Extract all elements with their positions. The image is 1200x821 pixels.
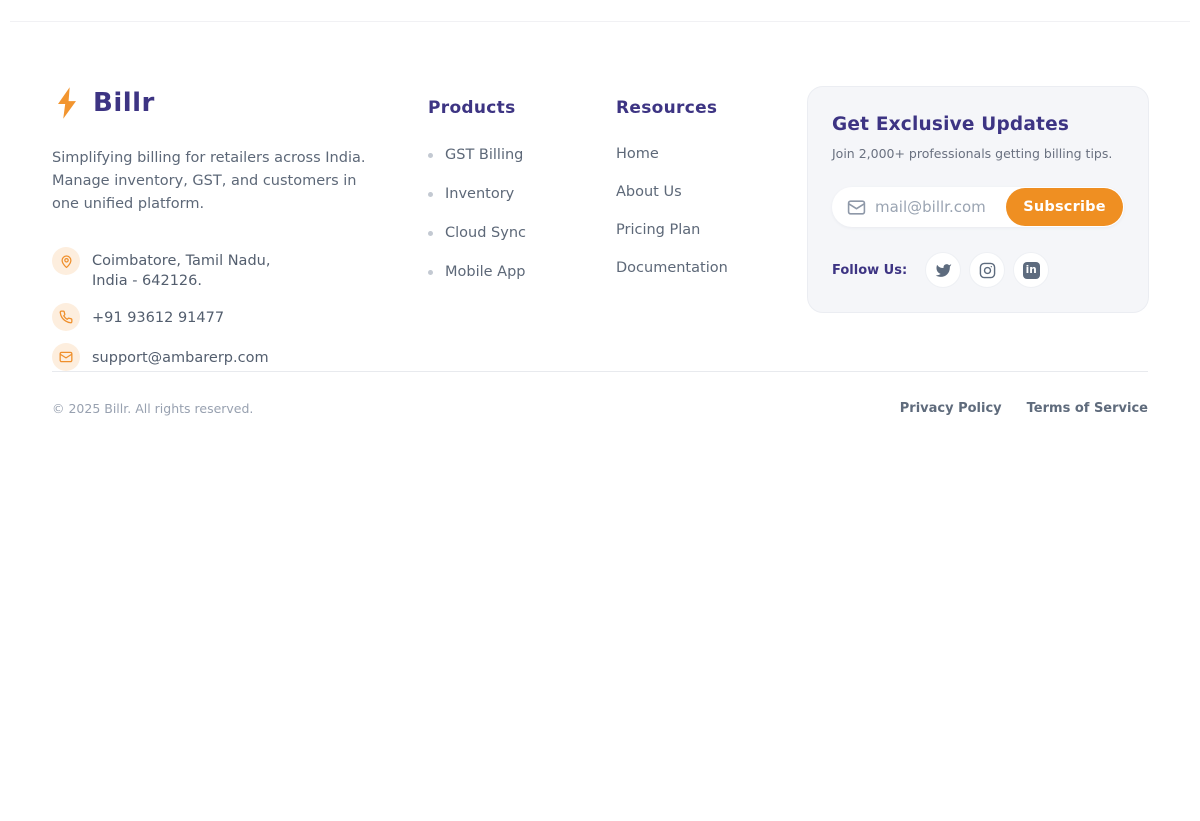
subscribe-form: Subscribe <box>832 187 1124 227</box>
contact-address-text: Coimbatore, Tamil Nadu, India - 642126. <box>92 247 270 291</box>
social-links: in <box>925 252 1049 288</box>
privacy-policy-link[interactable]: Privacy Policy <box>900 401 1002 416</box>
footer: Billr Simplifying billing for retailers … <box>0 22 1200 416</box>
products-link-gst-billing[interactable]: GST Billing <box>428 148 523 163</box>
products-link-mobile-app[interactable]: Mobile App <box>428 265 526 280</box>
products-link-cloud-sync[interactable]: Cloud Sync <box>428 226 526 241</box>
list-item: Inventory <box>428 184 558 202</box>
subscribe-button[interactable]: Subscribe <box>1006 188 1123 226</box>
resources-link-home[interactable]: Home <box>616 147 659 162</box>
bullet-icon <box>428 231 433 236</box>
newsletter-title: Get Exclusive Updates <box>832 114 1124 135</box>
email-input[interactable] <box>875 198 1015 216</box>
bullet-icon <box>428 192 433 197</box>
copyright-text: © 2025 Billr. All rights reserved. <box>52 401 253 416</box>
resources-link-about-us[interactable]: About Us <box>616 185 682 200</box>
contact-phone-text: +91 93612 91477 <box>92 303 224 328</box>
brand-description: Simplifying billing for retailers across… <box>52 147 382 216</box>
list-item: Documentation <box>616 259 738 276</box>
brand-name: Billr <box>93 88 155 118</box>
list-item: Pricing Plan <box>616 221 738 238</box>
products-column: Products GST Billing Inventory Cloud Syn… <box>428 86 558 301</box>
products-link-inventory[interactable]: Inventory <box>428 187 514 202</box>
resources-column: Resources Home About Us Pricing Plan Doc… <box>616 86 738 297</box>
contact-list: Coimbatore, Tamil Nadu, India - 642126. … <box>52 247 382 371</box>
resources-title: Resources <box>616 98 738 118</box>
bullet-icon <box>428 153 433 158</box>
twitter-icon[interactable] <box>925 252 961 288</box>
list-item: GST Billing <box>428 145 558 163</box>
contact-phone: +91 93612 91477 <box>52 303 382 331</box>
list-item: About Us <box>616 183 738 200</box>
bottom-bar: © 2025 Billr. All rights reserved. Priva… <box>52 372 1148 416</box>
contact-email-text: support@ambarerp.com <box>92 343 269 368</box>
contact-address: Coimbatore, Tamil Nadu, India - 642126. <box>52 247 382 291</box>
legal-links: Privacy Policy Terms of Service <box>900 401 1148 416</box>
linkedin-icon[interactable]: in <box>1013 252 1049 288</box>
newsletter-subtitle: Join 2,000+ professionals getting billin… <box>832 146 1124 161</box>
list-item: Mobile App <box>428 262 558 280</box>
contact-email: support@ambarerp.com <box>52 343 382 371</box>
follow-row: Follow Us: i <box>832 252 1124 288</box>
products-list: GST Billing Inventory Cloud Sync Mobile … <box>428 145 558 280</box>
newsletter-card: Get Exclusive Updates Join 2,000+ profes… <box>807 86 1149 313</box>
list-item: Home <box>616 145 738 162</box>
lightning-bolt-icon <box>52 86 82 120</box>
footer-main: Billr Simplifying billing for retailers … <box>52 22 1148 371</box>
brand-column: Billr Simplifying billing for retailers … <box>52 86 382 371</box>
brand-logo: Billr <box>52 86 382 120</box>
resources-link-documentation[interactable]: Documentation <box>616 261 728 276</box>
terms-of-service-link[interactable]: Terms of Service <box>1027 401 1148 416</box>
phone-icon <box>52 303 80 331</box>
follow-us-label: Follow Us: <box>832 263 907 278</box>
resources-list: Home About Us Pricing Plan Documentation <box>616 145 738 276</box>
resources-link-pricing-plan[interactable]: Pricing Plan <box>616 223 700 238</box>
instagram-icon[interactable] <box>969 252 1005 288</box>
location-pin-icon <box>52 247 80 275</box>
list-item: Cloud Sync <box>428 223 558 241</box>
linkedin-glyph: in <box>1023 262 1040 279</box>
products-title: Products <box>428 98 558 118</box>
envelope-icon <box>52 343 80 371</box>
bullet-icon <box>428 270 433 275</box>
mail-icon <box>847 198 866 217</box>
